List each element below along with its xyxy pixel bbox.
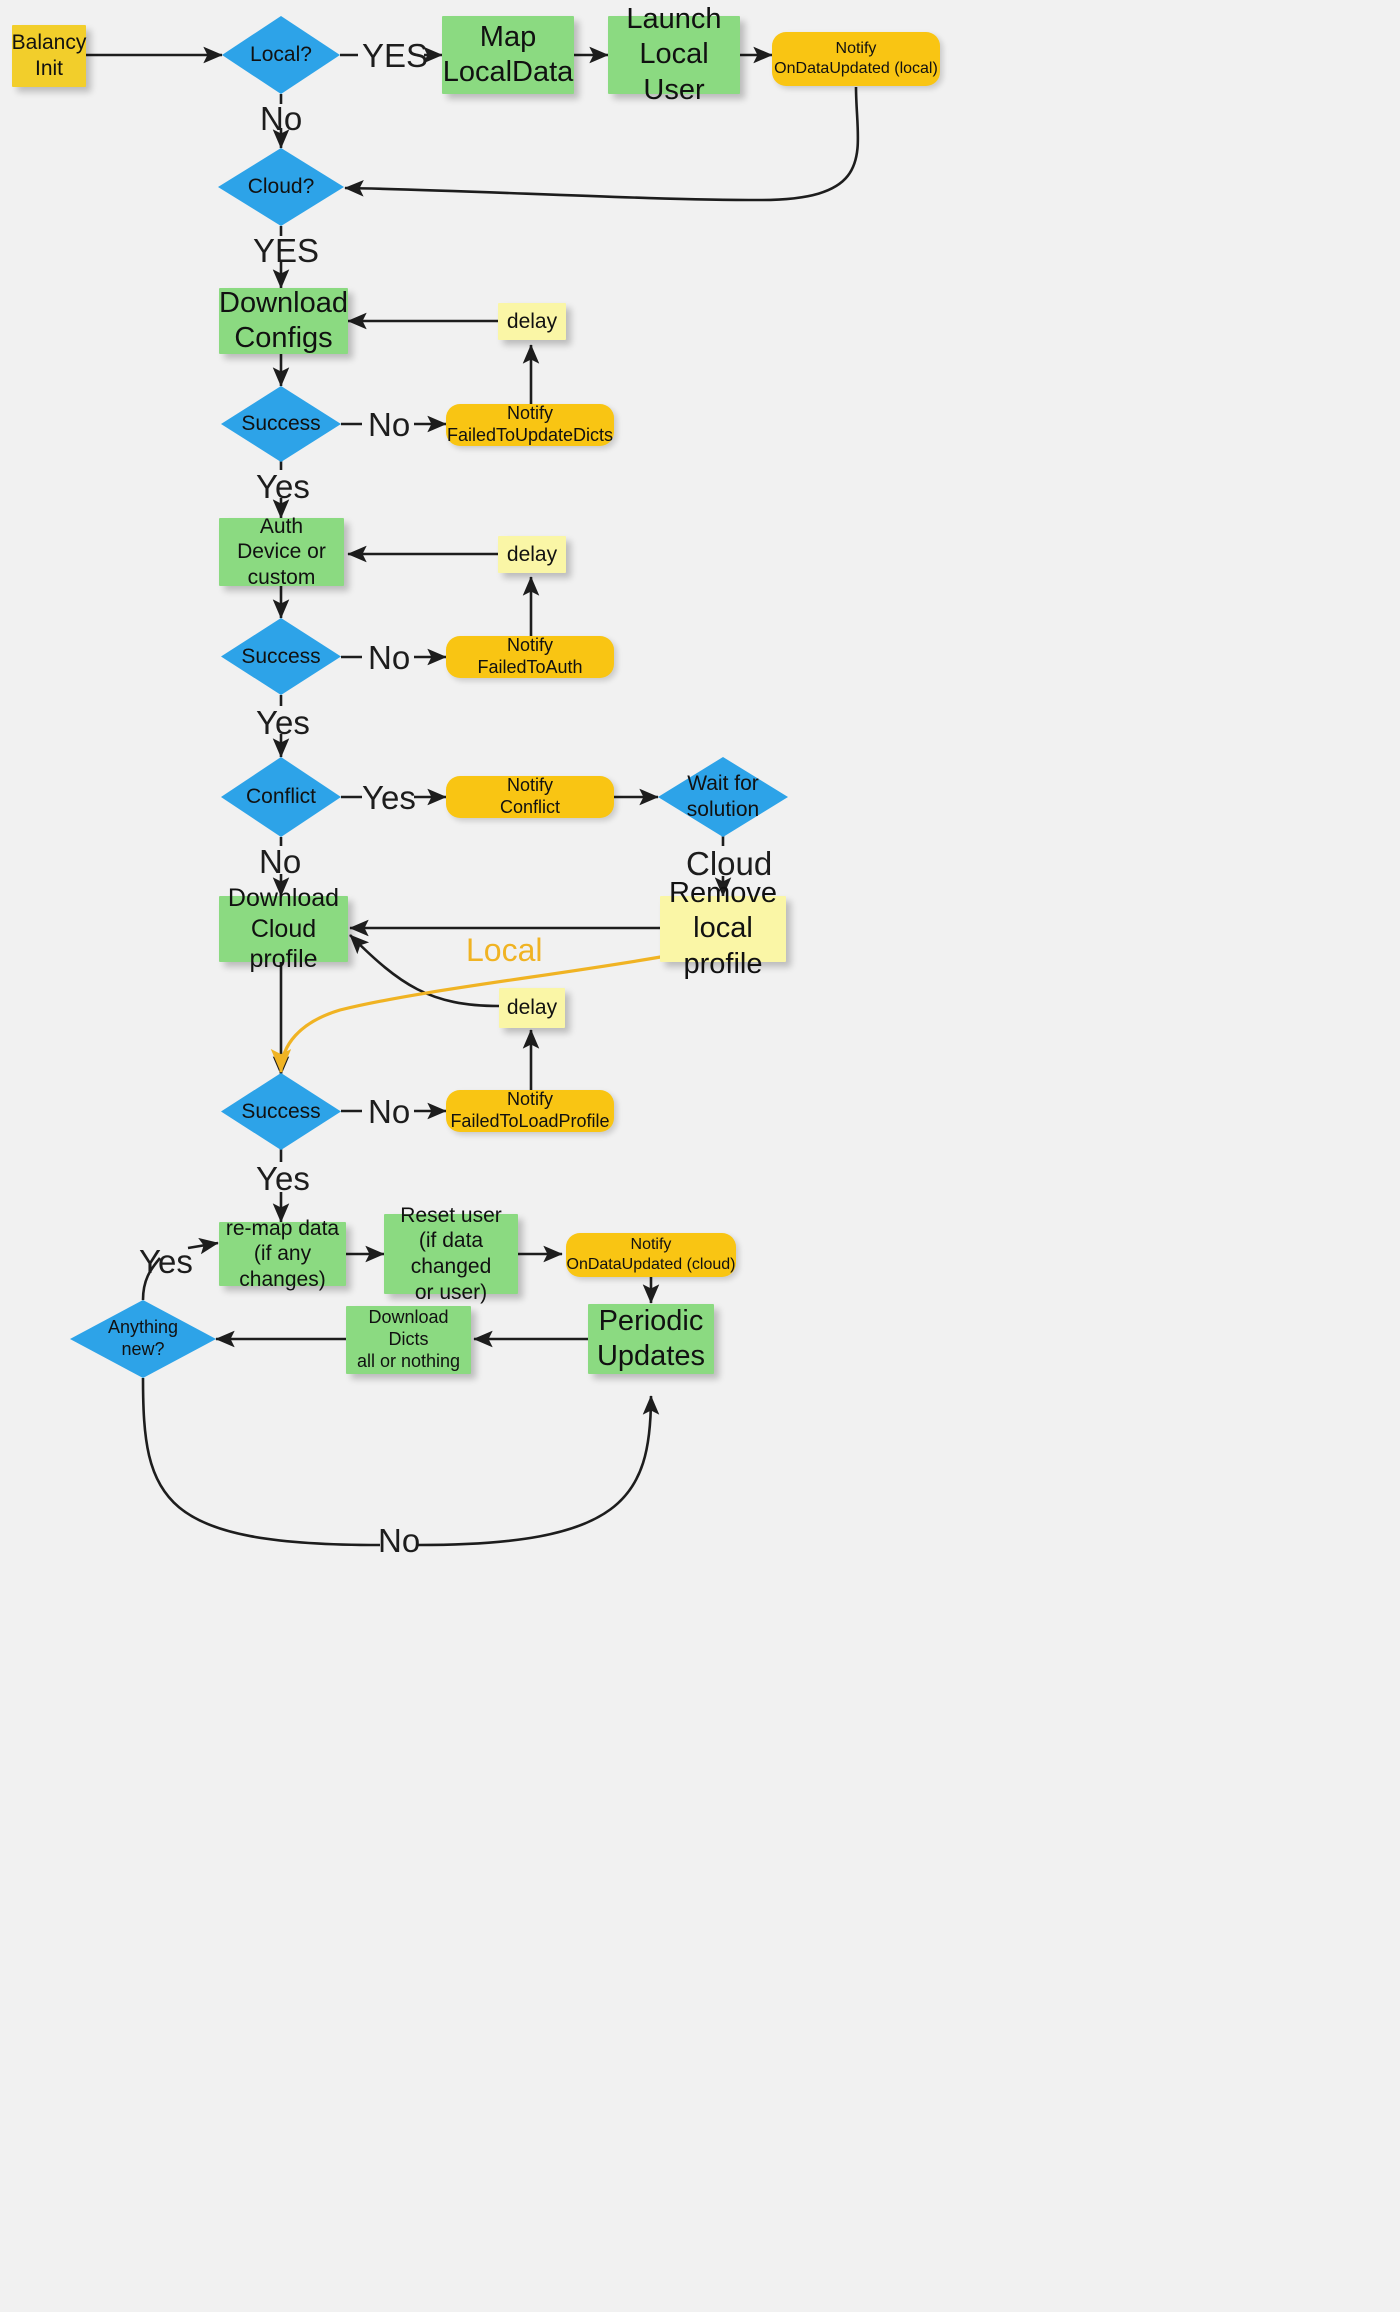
- edge-label-auth-yes: Yes: [256, 704, 310, 741]
- node-download-configs-label: Download Configs: [219, 286, 348, 354]
- node-local-question-label: Local?: [250, 43, 312, 67]
- node-balancy-init-label: Balancy Init: [11, 31, 87, 80]
- node-download-dicts-label: Download Dicts all or nothing: [356, 1307, 461, 1371]
- edge-label-anything-yes: Yes: [139, 1243, 193, 1280]
- edge-label-solution-cloud: Cloud: [686, 845, 773, 882]
- node-delay-configs-label: delay: [506, 309, 558, 333]
- flowchart-canvas: Balancy Init Local? Map LocalData Launch…: [0, 0, 1400, 2312]
- edge-label-profile-no: No: [368, 1093, 411, 1130]
- node-cloud-question-label: Cloud?: [247, 175, 315, 199]
- node-delay-profile[interactable]: delay: [499, 988, 565, 1028]
- edge-label-solution-local: Local: [466, 932, 543, 968]
- node-auth-device[interactable]: Auth Device or custom: [219, 515, 344, 589]
- node-launch-local-user-label: Launch Local User: [626, 2, 722, 106]
- node-download-cloud-profile[interactable]: Download Cloud profile: [219, 884, 348, 973]
- node-success-profile[interactable]: Success: [221, 1073, 341, 1150]
- edge-label-configs-no: No: [368, 406, 411, 443]
- node-anything-new-question[interactable]: Anything new?: [70, 1300, 216, 1378]
- edge-label-auth-no: No: [368, 639, 411, 676]
- node-launch-local-user[interactable]: Launch Local User: [608, 3, 740, 106]
- node-notify-failedtoupdatedicts-label: Notify FailedToUpdateDicts: [446, 403, 614, 445]
- node-delay-auth[interactable]: delay: [498, 536, 566, 573]
- node-notify-ondataupdated-local-label: Notify OnDataUpdated (local): [774, 40, 938, 77]
- node-periodic-updates-label: Periodic Updates: [596, 1304, 705, 1372]
- node-download-dicts[interactable]: Download Dicts all or nothing: [346, 1306, 471, 1374]
- node-auth-device-label: Auth Device or custom: [237, 514, 326, 589]
- node-cloud-question[interactable]: Cloud?: [218, 148, 344, 226]
- node-delay-profile-label: delay: [506, 996, 558, 1020]
- node-notify-ondataupdated-local[interactable]: Notify OnDataUpdated (local): [772, 32, 940, 86]
- node-conflict-question-label: Conflict: [245, 785, 317, 809]
- node-success-profile-label: Success: [241, 1099, 321, 1123]
- node-wait-for-solution[interactable]: Wait for solution: [658, 757, 788, 837]
- node-remove-local-profile[interactable]: Remove local profile: [660, 877, 786, 980]
- node-remove-local-profile-label: Remove local profile: [669, 876, 777, 980]
- node-notify-failedtoauth-label: Notify FailedToAuth: [477, 635, 583, 677]
- edge-label-local-no: No: [260, 100, 303, 137]
- node-success-auth[interactable]: Success: [221, 618, 341, 695]
- node-notify-ondataupdated-cloud[interactable]: Notify OnDataUpdated (cloud): [566, 1233, 736, 1277]
- node-local-question[interactable]: Local?: [222, 16, 340, 94]
- edge-label-cloud-yes: YES: [253, 232, 320, 269]
- node-notify-failedtoloadprofile-label: Notify FailedToLoadProfile: [450, 1089, 610, 1131]
- node-periodic-updates[interactable]: Periodic Updates: [588, 1304, 714, 1374]
- edge-label-profile-yes: Yes: [256, 1160, 310, 1197]
- node-balancy-init[interactable]: Balancy Init: [12, 25, 86, 87]
- edge-label-anything-no: No: [378, 1522, 421, 1559]
- node-wait-for-solution-label: Wait for solution: [686, 772, 760, 821]
- node-remap-data-label: re-map data (if any changes): [225, 1216, 340, 1291]
- node-success-configs[interactable]: Success: [221, 386, 341, 462]
- edge-label-conflict-yes: Yes: [362, 779, 416, 816]
- node-notify-conflict-label: Notify Conflict: [499, 775, 561, 817]
- edge-label-local-yes: YES: [362, 37, 429, 74]
- node-delay-configs[interactable]: delay: [498, 303, 566, 340]
- edge-label-configs-yes: Yes: [256, 468, 310, 505]
- node-notify-conflict[interactable]: Notify Conflict: [446, 775, 614, 818]
- node-notify-failedtoloadprofile[interactable]: Notify FailedToLoadProfile: [446, 1089, 614, 1132]
- node-download-cloud-profile-label: Download Cloud profile: [227, 884, 340, 974]
- node-anything-new-question-label: Anything new?: [107, 1317, 179, 1359]
- node-conflict-question[interactable]: Conflict: [221, 757, 341, 837]
- node-map-localdata-label: Map LocalData: [442, 20, 574, 88]
- node-notify-failedtoupdatedicts[interactable]: Notify FailedToUpdateDicts: [446, 403, 614, 446]
- node-delay-auth-label: delay: [506, 542, 558, 566]
- edge-label-conflict-no: No: [259, 843, 302, 880]
- node-notify-failedtoauth[interactable]: Notify FailedToAuth: [446, 635, 614, 678]
- node-reset-user[interactable]: Reset user (if data changed or user): [384, 1204, 518, 1304]
- node-success-auth-label: Success: [241, 644, 321, 668]
- node-map-localdata[interactable]: Map LocalData: [442, 16, 574, 94]
- node-reset-user-label: Reset user (if data changed or user): [400, 1203, 502, 1304]
- flowchart-edges: [86, 46, 860, 1547]
- node-notify-ondataupdated-cloud-label: Notify OnDataUpdated (cloud): [566, 1236, 736, 1273]
- node-remap-data[interactable]: re-map data (if any changes): [219, 1217, 346, 1291]
- node-download-configs[interactable]: Download Configs: [219, 286, 348, 354]
- node-success-configs-label: Success: [241, 412, 321, 436]
